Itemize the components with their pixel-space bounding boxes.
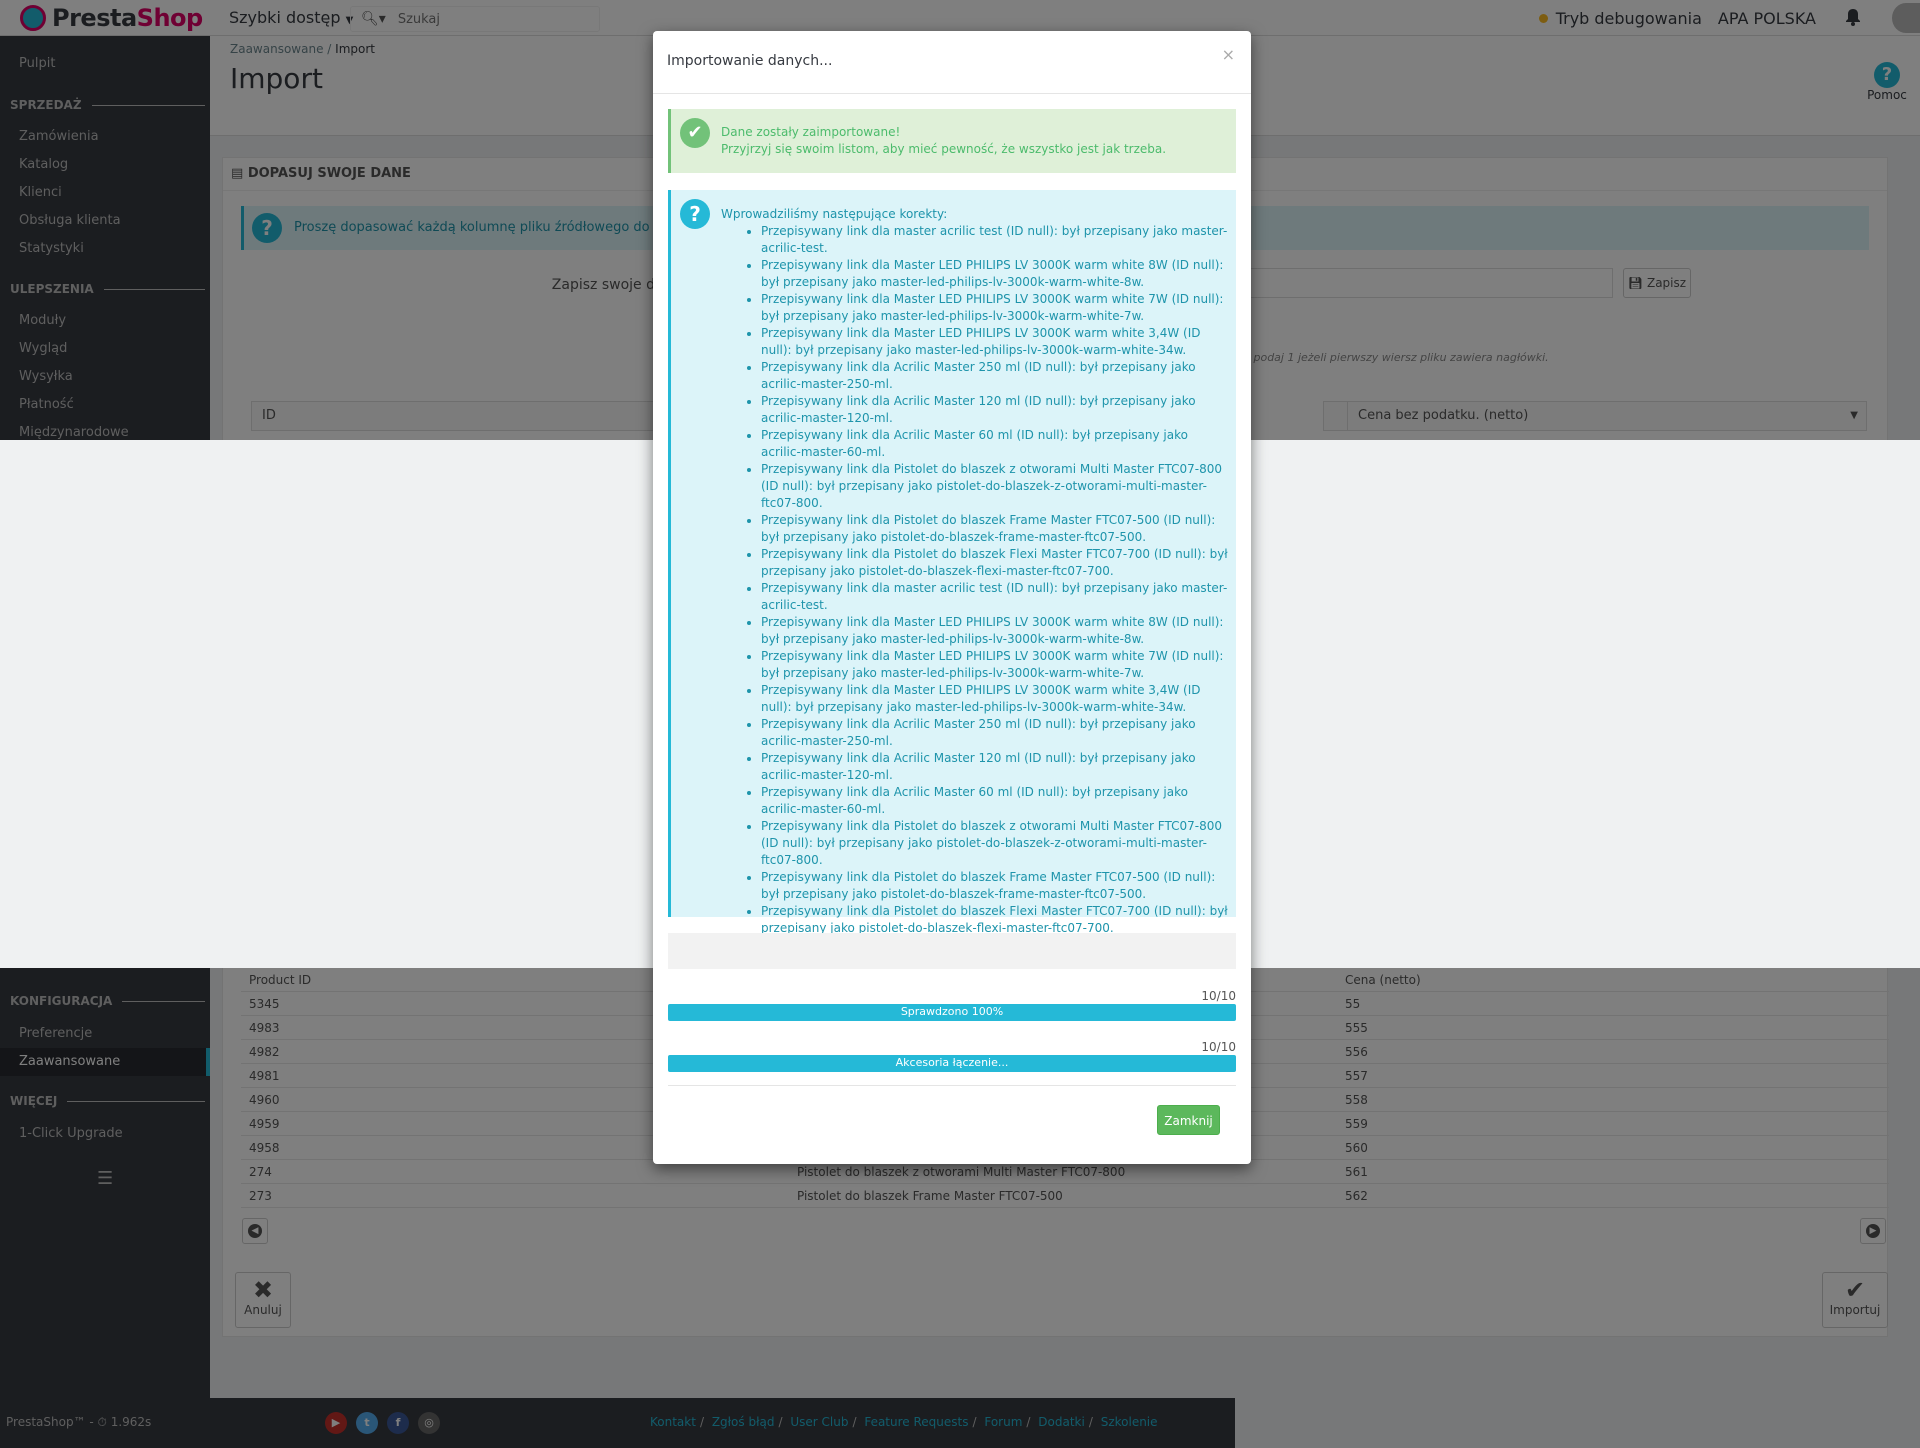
modal-gray-strip [668, 933, 1236, 969]
list-item: Przepisywany link dla Acrilic Master 250… [761, 716, 1229, 750]
modal-close-icon[interactable]: × [1222, 45, 1235, 64]
progress-count-2: 10/10 [1201, 1040, 1236, 1054]
list-item: Przepisywany link dla Master LED PHILIPS… [761, 648, 1229, 682]
list-item: Przepisywany link dla Acrilic Master 120… [761, 750, 1229, 784]
corrections-alert: ? Wprowadziliśmy następujące korekty: Pr… [668, 190, 1236, 935]
list-item: Przepisywany link dla Acrilic Master 250… [761, 359, 1229, 393]
list-item: Przepisywany link dla master acrilic tes… [761, 223, 1229, 257]
success-title: Dane zostały zaimportowane! [721, 125, 901, 139]
list-item: Przepisywany link dla Acrilic Master 120… [761, 393, 1229, 427]
close-button[interactable]: Zamknij [1157, 1105, 1220, 1135]
import-modal: Importowanie danych... × ✔ Dane zostały … [653, 31, 1251, 1164]
list-item: Przepisywany link dla Pistolet do blasze… [761, 546, 1229, 580]
progress-bar-validate: Sprawdzono 100% [668, 1004, 1236, 1021]
progress-bar-accessories: Akcesoria łączenie... [668, 1055, 1236, 1072]
list-item: Przepisywany link dla Master LED PHILIPS… [761, 614, 1229, 648]
list-item: Przepisywany link dla Master LED PHILIPS… [761, 325, 1229, 359]
success-text: Przyjrzyj się swoim listom, aby mieć pew… [721, 142, 1167, 156]
check-circle-icon: ✔ [680, 118, 710, 148]
list-item: Przepisywany link dla Pistolet do blasze… [761, 903, 1229, 937]
success-alert: ✔ Dane zostały zaimportowane! Przyjrzyj … [668, 109, 1236, 173]
list-item: Przepisywany link dla Acrilic Master 60 … [761, 784, 1229, 818]
list-item: Przepisywany link dla Pistolet do blasze… [761, 461, 1229, 512]
list-item: Przepisywany link dla Master LED PHILIPS… [761, 291, 1229, 325]
corrections-intro: Wprowadziliśmy następujące korekty: [721, 207, 948, 221]
list-item: Przepisywany link dla master acrilic tes… [761, 580, 1229, 614]
progress-count-1: 10/10 [1201, 989, 1236, 1003]
question-circle-icon: ? [680, 199, 710, 229]
progress-label-1: Sprawdzono 100% [900, 1005, 1004, 1018]
list-item: Przepisywany link dla Master LED PHILIPS… [761, 257, 1229, 291]
list-item: Przepisywany link dla Pistolet do blasze… [761, 869, 1229, 903]
list-item: Przepisywany link dla Acrilic Master 60 … [761, 427, 1229, 461]
corrections-list: Przepisywany link dla master acrilic tes… [761, 223, 1229, 937]
list-item: Przepisywany link dla Pistolet do blasze… [761, 512, 1229, 546]
list-item: Przepisywany link dla Pistolet do blasze… [761, 818, 1229, 869]
list-item: Przepisywany link dla Master LED PHILIPS… [761, 682, 1229, 716]
modal-title: Importowanie danych... [667, 53, 833, 69]
progress-label-2: Akcesoria łączenie... [895, 1056, 1009, 1069]
